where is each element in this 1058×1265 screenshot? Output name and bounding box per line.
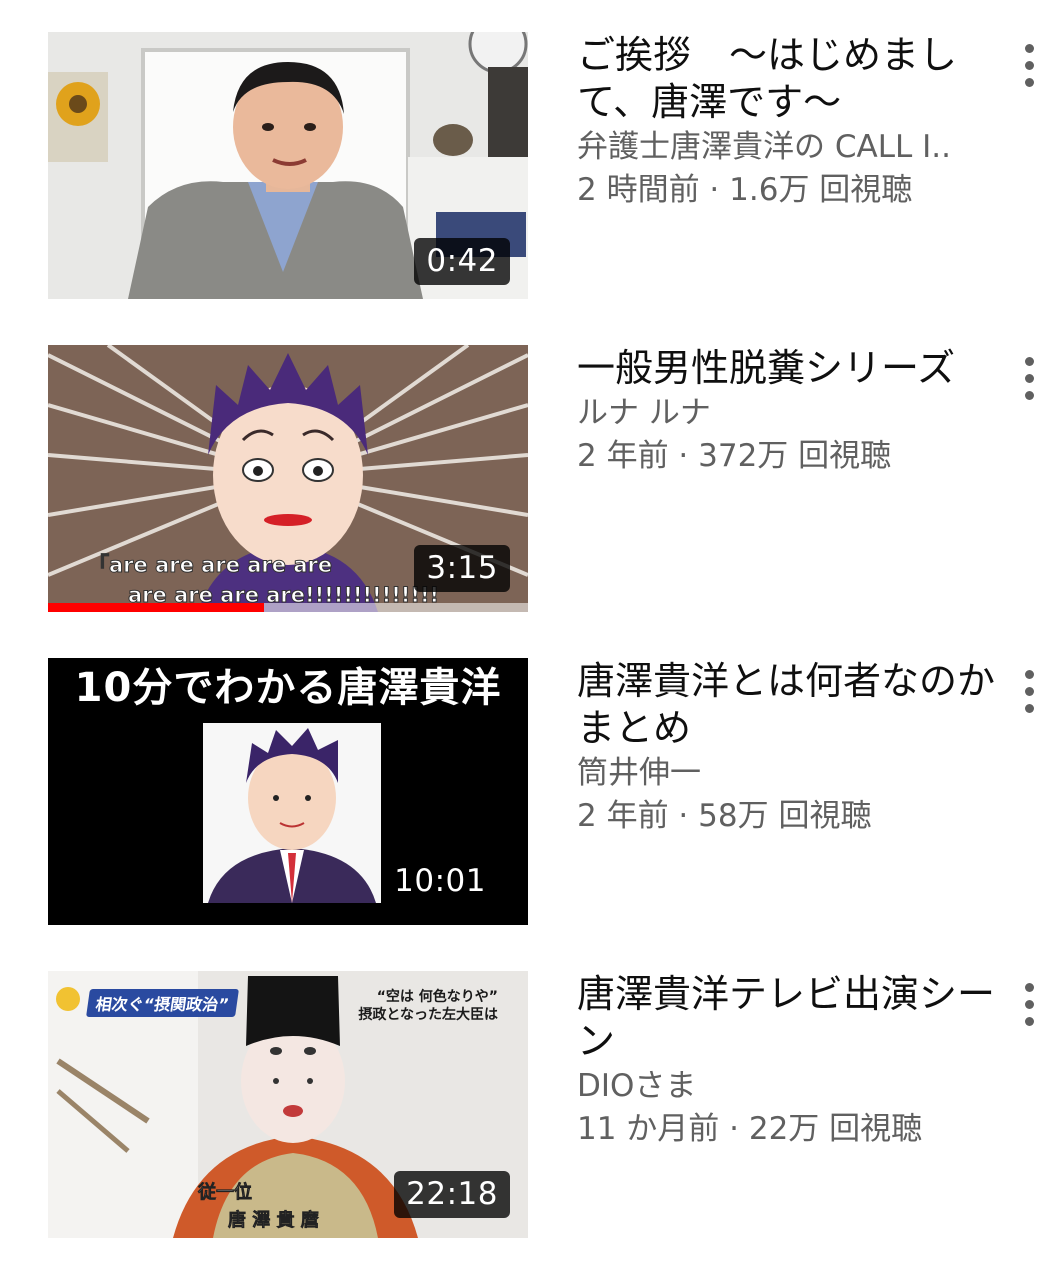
video-duration: 0:42 — [414, 238, 510, 285]
video-thumbnail[interactable]: 10分でわかる唐澤貴洋 10:01 — [48, 658, 528, 925]
channel-name[interactable]: DIOさま — [577, 1065, 997, 1108]
tv-caption-text: 摂政となった左大臣は — [358, 1007, 498, 1023]
channel-name[interactable]: ルナ ルナ — [577, 392, 997, 435]
caption-line: 「are are are are are — [87, 553, 333, 578]
video-stats: 2 年前 · 372万 回視聴 — [577, 438, 892, 474]
tv-caption-text: “空は 何色なりや” — [376, 989, 498, 1005]
tv-name-text: 唐 澤 貴 麿 — [228, 1210, 319, 1232]
video-item[interactable]: 「are are are are are are are are are!!!!… — [0, 345, 1058, 613]
video-thumbnail[interactable]: 0:42 — [48, 32, 528, 299]
tv-tag-text: 相次ぐ“摂関政治” — [86, 989, 240, 1017]
more-vert-icon[interactable] — [1014, 349, 1044, 409]
video-meta: ご挨拶 ～はじめまして、唐澤です～ 弁護士唐澤貴洋の CALL I.. 2 時間… — [577, 32, 997, 212]
video-item[interactable]: 0:42 ご挨拶 ～はじめまして、唐澤です～ 弁護士唐澤貴洋の CALL I..… — [0, 32, 1058, 300]
video-meta: 唐澤貴洋とは何者なのか まとめ 筒井伸一 2 年前 · 58万 回視聴 — [577, 658, 997, 838]
video-title[interactable]: ご挨拶 ～はじめまして、唐澤です～ — [577, 32, 997, 126]
watch-progress-bar — [48, 603, 528, 612]
video-item[interactable]: 相次ぐ“摂関政治” “空は 何色なりや” 摂政となった左大臣は 従一位 唐 澤 … — [0, 971, 1058, 1239]
video-meta: 一般男性脱糞シリーズ ルナ ルナ 2 年前 · 372万 回視聴 — [577, 345, 997, 478]
watch-progress-fill — [48, 603, 264, 612]
video-thumbnail[interactable]: 「are are are are are are are are are!!!!… — [48, 345, 528, 612]
video-stats: 2 年前 · 58万 回視聴 — [577, 798, 872, 834]
video-meta: 唐澤貴洋テレビ出演シーン DIOさま 11 か月前 · 22万 回視聴 — [577, 971, 997, 1151]
video-thumbnail[interactable]: 相次ぐ“摂関政治” “空は 何色なりや” 摂政となった左大臣は 従一位 唐 澤 … — [48, 971, 528, 1238]
video-stats: 11 か月前 · 22万 回視聴 — [577, 1111, 923, 1147]
video-duration: 10:01 — [394, 863, 486, 899]
more-vert-icon[interactable] — [1014, 662, 1044, 722]
channel-name[interactable]: 筒井伸一 — [577, 752, 997, 795]
video-title[interactable]: 唐澤貴洋とは何者なのか まとめ — [577, 658, 997, 752]
more-vert-icon[interactable] — [1014, 975, 1044, 1035]
more-vert-icon[interactable] — [1014, 36, 1044, 96]
video-duration: 3:15 — [414, 545, 510, 592]
channel-name[interactable]: 弁護士唐澤貴洋の CALL I.. — [577, 126, 997, 169]
video-duration: 22:18 — [394, 1171, 510, 1218]
tv-name-text: 従一位 — [198, 1182, 253, 1204]
video-title[interactable]: 一般男性脱糞シリーズ — [577, 345, 997, 392]
thumbnail-banner-text: 10分でわかる唐澤貴洋 — [74, 665, 502, 711]
video-item[interactable]: 10分でわかる唐澤貴洋 10:01 唐澤貴洋とは何者なのか まとめ 筒井伸一 2… — [0, 658, 1058, 926]
video-stats: 2 時間前 · 1.6万 回視聴 — [577, 172, 913, 208]
video-title[interactable]: 唐澤貴洋テレビ出演シーン — [577, 971, 997, 1065]
